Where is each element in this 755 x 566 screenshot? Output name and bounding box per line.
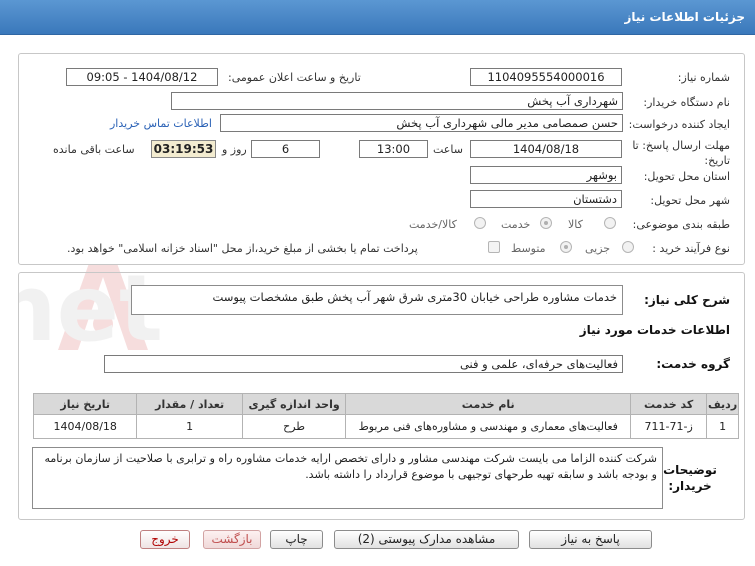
col-service-name: نام خدمت [345, 393, 632, 415]
category-label: طبقه بندی موضوعی: [632, 218, 730, 231]
deadline-time-field: 13:00 [359, 140, 428, 158]
process-label: نوع فرآیند خرید : [652, 242, 730, 255]
process-radio-medium[interactable] [560, 241, 572, 253]
days-remaining-field: 6 [251, 140, 320, 158]
need-number-field: 1104095554000016 [470, 68, 622, 86]
category-option-service: خدمت [501, 218, 531, 231]
treasury-checkbox[interactable] [488, 241, 500, 253]
category-radio-goods-service[interactable] [474, 217, 486, 229]
category-option-goods: کالا [568, 218, 583, 231]
province-label: استان محل تحویل: [643, 170, 730, 183]
cell-quantity: 1 [136, 414, 243, 439]
general-desc-label: شرح کلی نیاز: [644, 293, 730, 307]
need-number-label: شماره نیاز: [677, 71, 730, 84]
announce-date-label: تاریخ و ساعت اعلان عمومی: [228, 71, 361, 84]
cell-need-date: 1404/08/18 [32, 414, 138, 439]
province-field: بوشهر [470, 166, 622, 184]
payment-note: پرداخت تمام یا بخشی از مبلغ خرید،از محل … [67, 242, 418, 255]
buyer-org-field: شهرداری آب پخش [171, 92, 623, 110]
services-section-title: اطلاعات خدمات مورد نیاز [579, 323, 730, 337]
deadline-date-field: 1404/08/18 [470, 140, 622, 158]
col-row-number: ردیف [706, 393, 739, 415]
general-desc-textarea[interactable]: خدمات مشاوره طراحی خیابان 30متری شرق شهر… [131, 285, 623, 315]
service-group-label: گروه خدمت: [656, 357, 730, 371]
process-option-minor: جزیی [585, 242, 611, 255]
reply-button[interactable]: پاسخ به نیاز [529, 530, 652, 549]
creator-field: حسن صمصامی مدیر مالی شهرداری آب پخش [220, 114, 623, 132]
category-radio-goods[interactable] [604, 217, 616, 229]
col-need-date: تاریخ نیاز [32, 393, 138, 415]
city-label: شهر محل تحویل: [650, 194, 730, 207]
view-attachments-button[interactable]: مشاهده مدارک پیوستی (2) [334, 530, 519, 549]
process-radio-minor[interactable] [622, 241, 634, 253]
page-title: جزئیات اطلاعات نیاز [624, 10, 745, 24]
service-group-field: فعالیت‌های حرفه‌ای، علمی و فنی [104, 355, 623, 373]
back-button[interactable]: بازگشت [203, 530, 261, 549]
category-option-goods-service: کالا/خدمت [409, 218, 457, 231]
deadline-time-label: ساعت [433, 143, 463, 156]
cell-service-name: فعالیت‌های معماری و مهندسی و مشاوره‌های … [345, 414, 632, 439]
page-header: جزئیات اطلاعات نیاز [0, 0, 755, 35]
table-row: 1 ز-71-711 فعالیت‌های معماری و مهندسی و … [32, 414, 739, 439]
category-radio-service[interactable] [540, 217, 552, 229]
cell-unit: طرح [241, 414, 347, 439]
announce-date-field: 1404/08/12 - 09:05 [66, 68, 218, 86]
print-button[interactable]: چاپ [270, 530, 323, 549]
table-header-row: ردیف کد خدمت نام خدمت واحد اندازه گیری ت… [32, 393, 739, 415]
exit-button[interactable]: خروج [140, 530, 190, 549]
creator-label: ایجاد کننده درخواست: [628, 118, 730, 131]
countdown-timer: 03:19:53 [151, 140, 216, 158]
buyer-notes-textarea[interactable]: شرکت کننده الزاما می بایست شرکت مهندسی م… [32, 447, 663, 509]
cell-row-number: 1 [706, 414, 739, 439]
col-service-code: کد خدمت [630, 393, 708, 415]
buyer-org-label: نام دستگاه خریدار: [643, 96, 730, 109]
deadline-label: مهلت ارسال پاسخ: تا تاریخ: [632, 139, 730, 167]
services-table: ردیف کد خدمت نام خدمت واحد اندازه گیری ت… [32, 393, 739, 439]
days-label: روز و [222, 143, 247, 156]
cell-service-code: ز-71-711 [630, 414, 708, 439]
col-quantity: تعداد / مقدار [136, 393, 243, 415]
col-unit: واحد اندازه گیری [241, 393, 347, 415]
process-option-medium: متوسط [511, 242, 546, 255]
city-field: دشتستان [470, 190, 622, 208]
buyer-contact-link[interactable]: اطلاعات تماس خریدار [110, 117, 212, 130]
remaining-label: ساعت باقی مانده [53, 143, 135, 156]
